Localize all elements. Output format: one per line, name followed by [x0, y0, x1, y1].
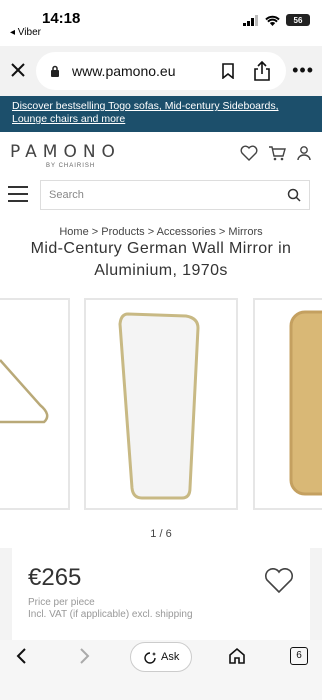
ask-button[interactable]: Ask: [130, 642, 192, 672]
home-icon[interactable]: [228, 647, 246, 665]
share-icon[interactable]: [253, 60, 271, 82]
browser-bottom-bar: Ask 6: [0, 640, 322, 700]
price-per-piece-note: Price per piece: [28, 597, 95, 608]
ask-label: Ask: [161, 651, 180, 663]
search-input[interactable]: Search: [40, 180, 310, 210]
banner-line-2[interactable]: Lounge chairs and more: [12, 113, 310, 126]
more-options-icon[interactable]: •••: [292, 60, 314, 81]
pamono-logo[interactable]: PAMONO: [10, 142, 121, 162]
site-header: PAMONO BY CHAIRISH: [0, 136, 322, 174]
back-arrow-icon[interactable]: [12, 646, 32, 666]
address-bar[interactable]: www.pamono.eu: [36, 52, 286, 90]
sparkle-search-icon: [144, 652, 156, 664]
account-icon[interactable]: [296, 145, 312, 161]
wifi-icon: [265, 15, 280, 26]
back-to-app-link[interactable]: ◂ Viber: [10, 27, 41, 38]
breadcrumb[interactable]: Home > Products > Accessories > Mirrors: [0, 226, 322, 238]
vat-note: Incl. VAT (if applicable) excl. shipping: [28, 609, 193, 620]
browser-toolbar: www.pamono.eu •••: [0, 46, 322, 96]
search-placeholder: Search: [49, 189, 84, 201]
product-title: Mid-Century German Wall Mirror in Alumin…: [30, 240, 292, 279]
bookmark-icon[interactable]: [221, 63, 235, 79]
cart-icon[interactable]: [268, 145, 286, 161]
forward-arrow-icon[interactable]: [74, 646, 94, 666]
search-row: Search: [0, 178, 322, 214]
close-icon[interactable]: [8, 60, 28, 80]
signal-icon: [243, 14, 258, 26]
search-icon[interactable]: [287, 188, 301, 202]
tabs-count-button[interactable]: 6: [290, 647, 308, 665]
clock: 14:18: [42, 10, 81, 27]
banner-line-1[interactable]: Discover bestselling Togo sofas, Mid-cen…: [12, 100, 310, 113]
price: €265: [28, 564, 82, 591]
wishlist-heart-icon[interactable]: [240, 145, 258, 161]
status-bar: 14:18 ◂ Viber 56: [0, 0, 322, 46]
price-card: €265 Price per piece Incl. VAT (if appli…: [12, 548, 310, 640]
gallery-counter: 1 / 6: [150, 528, 172, 540]
url-text: www.pamono.eu: [72, 63, 176, 79]
battery-icon: 56: [286, 14, 310, 26]
gallery-image-current[interactable]: [84, 298, 238, 510]
lock-icon: [51, 65, 59, 77]
promo-banner[interactable]: Discover bestselling Togo sofas, Mid-cen…: [0, 96, 322, 132]
image-gallery[interactable]: [0, 298, 322, 510]
hamburger-menu-icon[interactable]: [8, 186, 28, 202]
logo-subtitle: BY CHAIRISH: [46, 163, 96, 169]
gallery-image-previous[interactable]: [0, 298, 70, 510]
gallery-image-next[interactable]: [253, 298, 322, 510]
favorite-heart-icon[interactable]: [264, 568, 294, 594]
